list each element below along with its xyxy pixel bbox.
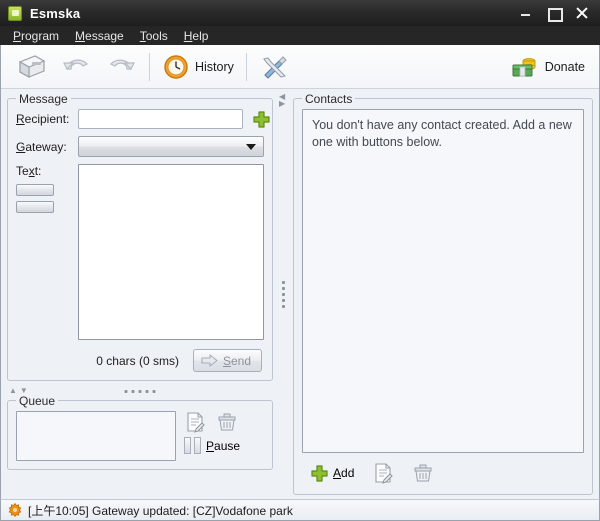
contacts-list[interactable]: You don't have any contact created. Add …	[302, 109, 584, 453]
money-icon	[510, 54, 540, 80]
status-bar: [上午10:05] Gateway updated: [CZ]Vodafone …	[0, 499, 600, 521]
trash-icon	[216, 411, 238, 433]
edit-document-icon	[184, 411, 206, 433]
menu-item-program[interactable]: Program	[6, 28, 68, 44]
text-row: Text:	[16, 164, 264, 340]
queue-edit-button[interactable]	[184, 411, 206, 433]
panels-container: Message Recipient: Gateway: Text: 0 char…	[1, 89, 599, 499]
chevron-down-icon	[246, 143, 256, 150]
close-icon[interactable]	[574, 5, 590, 21]
donate-label: Donate	[544, 59, 585, 74]
config-button[interactable]	[253, 48, 295, 86]
add-contact-action-button[interactable]: Add	[310, 464, 354, 483]
message-group: Message Recipient: Gateway: Text: 0 char…	[7, 92, 273, 381]
send-row: 0 chars (0 sms) Send	[16, 349, 264, 372]
send-button[interactable]: Send	[192, 349, 262, 372]
gateway-select[interactable]	[78, 136, 264, 157]
toolbar-separator-2	[245, 52, 247, 81]
message-group-legend: Message	[16, 92, 71, 106]
app-window: Esmska Program Message Tools Help Histor…	[0, 0, 600, 521]
title-bar: Esmska	[0, 0, 600, 26]
app-icon	[8, 5, 22, 21]
fax-printer-icon	[15, 53, 49, 81]
queue-group-legend: Queue	[16, 394, 59, 408]
status-message: [上午10:05] Gateway updated: [CZ]Vodafone …	[28, 503, 293, 518]
recipient-label: Recipient:	[16, 112, 70, 126]
pause-label: Pause	[206, 438, 241, 453]
green-plus-icon	[252, 110, 271, 129]
right-column: Contacts You don't have any contact crea…	[293, 89, 599, 499]
menu-label-message: essage	[85, 28, 124, 43]
queue-delete-button[interactable]	[216, 411, 238, 433]
gateway-label: Gateway:	[16, 139, 67, 154]
send-label: Send	[222, 353, 251, 368]
menu-item-message[interactable]: Message	[68, 28, 133, 44]
edit-document-icon	[372, 462, 394, 484]
add-contact-button[interactable]	[250, 110, 272, 129]
recipient-input[interactable]	[78, 109, 243, 129]
add-label: Add	[333, 466, 355, 480]
menu-label-help: elp	[192, 28, 209, 43]
gear-icon	[8, 503, 22, 517]
contacts-actions: Add	[302, 453, 584, 486]
maximize-icon[interactable]	[546, 5, 563, 22]
queue-icon-row	[184, 411, 264, 433]
send-arrow-icon	[201, 353, 218, 368]
text-label: Text:	[16, 164, 42, 178]
donate-button[interactable]: Donate	[504, 48, 591, 86]
queue-actions: Pause	[184, 411, 264, 454]
toolbar: History Donate	[1, 45, 599, 89]
tools-icon	[259, 53, 289, 81]
trash-icon	[412, 462, 434, 484]
compose-button[interactable]	[9, 48, 55, 86]
redo-arrow-icon	[105, 53, 137, 81]
left-column: Message Recipient: Gateway: Text: 0 char…	[1, 89, 273, 499]
history-label: History	[195, 59, 234, 74]
text-side-column: Text:	[16, 164, 78, 340]
recipient-row: Recipient:	[16, 109, 270, 129]
window-controls	[518, 5, 590, 22]
menu-item-tools[interactable]: Tools	[133, 28, 177, 44]
vertical-splitter-arrows-icon[interactable]: ◀ ▶	[279, 93, 285, 108]
contacts-group: Contacts You don't have any contact crea…	[293, 92, 593, 495]
clock-icon	[162, 53, 190, 81]
contacts-delete-button[interactable]	[412, 462, 434, 484]
gateway-row: Gateway:	[16, 136, 264, 157]
undo-button[interactable]	[55, 48, 99, 86]
message-text-area[interactable]	[78, 164, 264, 340]
pause-button[interactable]: Pause	[184, 437, 264, 454]
history-button[interactable]: History	[156, 48, 240, 86]
menu-label-tools: ools	[145, 28, 168, 43]
pause-icon	[184, 437, 201, 454]
toolbar-separator-1	[149, 52, 150, 81]
menu-item-help[interactable]: Help	[177, 28, 218, 44]
splitter-grip	[124, 389, 156, 393]
redo-button[interactable]	[99, 48, 143, 86]
menu-label-program: rogram	[21, 28, 60, 43]
undo-arrow-icon	[61, 53, 93, 81]
vertical-splitter-grip	[281, 280, 285, 308]
queue-list[interactable]	[16, 411, 176, 461]
vertical-splitter[interactable]: ◀ ▶	[273, 89, 293, 499]
window-title: Esmska	[30, 5, 81, 21]
green-plus-icon	[310, 464, 329, 483]
contacts-edit-button[interactable]	[372, 462, 394, 484]
text-tool-button-2[interactable]	[16, 201, 54, 213]
menu-bar: Program Message Tools Help	[0, 26, 600, 45]
client-area: History Donate Message Recipient: Gatewa…	[0, 45, 600, 499]
minimize-icon[interactable]	[518, 5, 534, 21]
char-count-label: 0 chars (0 sms)	[96, 353, 179, 368]
queue-group: Queue Pause	[7, 394, 273, 470]
contacts-group-legend: Contacts	[302, 92, 356, 106]
queue-body: Pause	[16, 411, 264, 461]
text-tool-button-1[interactable]	[16, 184, 54, 196]
